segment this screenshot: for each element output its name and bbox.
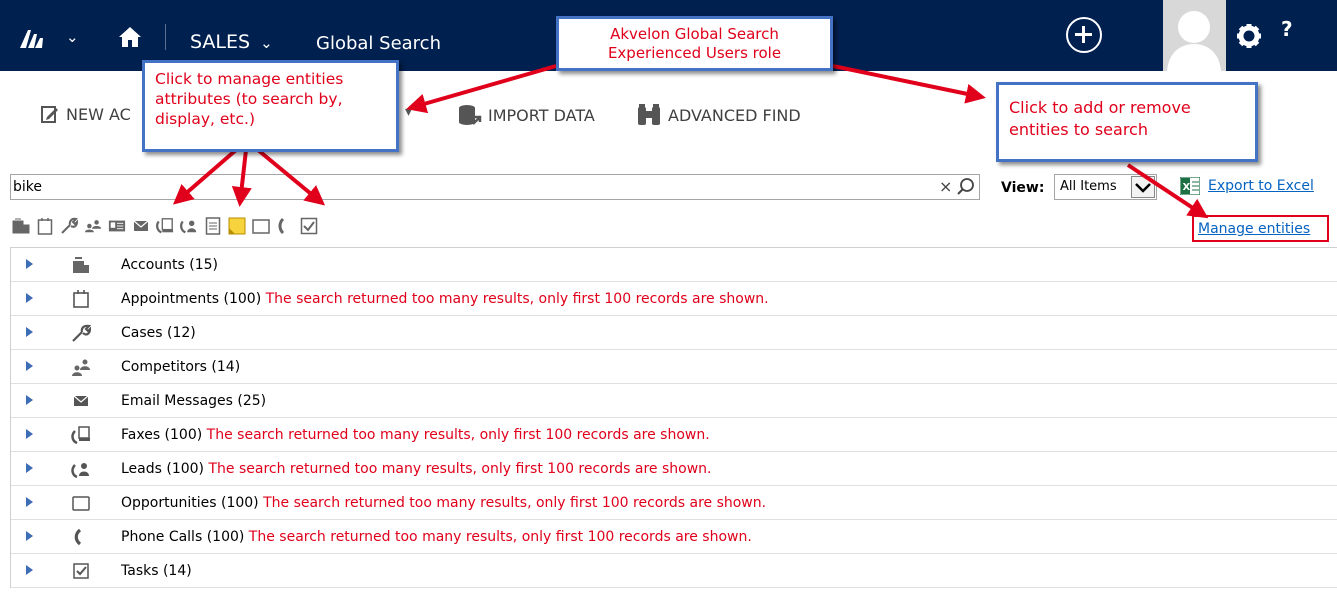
view-label: View:: [1001, 180, 1045, 196]
result-label: Cases (12): [121, 325, 196, 341]
search-icon[interactable]: [956, 177, 976, 197]
manage-entities-highlight: [1192, 215, 1329, 242]
dropdown-arrow-icon[interactable]: ▾: [405, 104, 412, 120]
export-to-excel-link[interactable]: Export to Excel: [1208, 178, 1314, 194]
results-list: Accounts (15) Appointments (100) The sea…: [10, 247, 1337, 588]
account-icon: [73, 257, 89, 273]
note-attributes-icon[interactable]: [204, 217, 222, 235]
expand-arrow-icon[interactable]: [26, 395, 33, 405]
competitor-icon: [72, 359, 90, 376]
home-icon[interactable]: [118, 26, 142, 48]
search-box: ×: [10, 174, 980, 200]
entity-attributes-toolbar: [12, 215, 318, 237]
view-select-value: All Items: [1060, 179, 1117, 194]
result-warning: The search returned too many results, on…: [265, 291, 769, 307]
dynamics-logo-icon[interactable]: [18, 26, 52, 50]
result-label: Phone Calls (100) The search returned to…: [121, 529, 752, 545]
result-row-opportunities[interactable]: Opportunities (100) The search returned …: [11, 486, 1337, 520]
expand-arrow-icon[interactable]: [26, 429, 33, 439]
result-row-cases[interactable]: Cases (12): [11, 316, 1337, 350]
result-warning: The search returned too many results, on…: [206, 427, 710, 443]
new-record-icon: [41, 106, 58, 123]
task-attributes-icon[interactable]: [300, 217, 318, 235]
fax-icon: [71, 426, 90, 445]
role-callout: Akvelon Global Search Experienced Users …: [556, 16, 833, 71]
email-attributes-icon[interactable]: [132, 217, 150, 235]
expand-arrow-icon[interactable]: [26, 361, 33, 371]
import-data-button[interactable]: IMPORT DATA: [458, 104, 595, 126]
expand-arrow-icon[interactable]: [26, 293, 33, 303]
result-label: Email Messages (25): [121, 393, 267, 409]
result-row-competitors[interactable]: Competitors (14): [11, 350, 1337, 384]
result-label: Tasks (14): [121, 563, 192, 579]
opportunity-icon: [72, 496, 90, 511]
module-label: SALES: [190, 31, 251, 53]
view-select[interactable]: All Items: [1054, 174, 1157, 200]
view-dropdown-button[interactable]: [1131, 176, 1155, 198]
result-row-phone-calls[interactable]: Phone Calls (100) The search returned to…: [11, 520, 1337, 554]
result-row-email-messages[interactable]: Email Messages (25): [11, 384, 1337, 418]
sticky-note-attributes-icon[interactable]: [228, 217, 246, 235]
lead-attributes-icon[interactable]: [180, 217, 198, 235]
result-label: Competitors (14): [121, 359, 241, 375]
result-row-accounts[interactable]: Accounts (15): [11, 248, 1337, 282]
expand-arrow-icon[interactable]: [26, 565, 33, 575]
expand-arrow-icon[interactable]: [26, 531, 33, 541]
avatar[interactable]: [1163, 0, 1226, 71]
result-label: Leads (100) The search returned too many…: [121, 461, 712, 477]
create-plus-icon[interactable]: [1066, 17, 1102, 53]
result-warning: The search returned too many results, on…: [263, 495, 767, 511]
user-silhouette-icon: [1167, 11, 1221, 71]
opportunity-attributes-icon[interactable]: [252, 217, 270, 235]
result-warning: The search returned too many results, on…: [248, 529, 752, 545]
result-row-appointments[interactable]: Appointments (100) The search returned t…: [11, 282, 1337, 316]
appointment-icon: [73, 290, 89, 308]
email-icon: [73, 395, 89, 406]
help-icon[interactable]: ?: [1281, 17, 1293, 41]
account-attributes-icon[interactable]: [12, 217, 30, 235]
new-activity-label: NEW AC: [66, 104, 131, 124]
advanced-find-button[interactable]: ADVANCED FIND: [636, 104, 801, 126]
page-title: Global Search: [316, 33, 441, 54]
contact-card-attributes-icon[interactable]: [108, 217, 126, 235]
new-activity-button[interactable]: NEW AC: [40, 104, 131, 124]
import-data-label: IMPORT DATA: [488, 105, 595, 125]
manage-entities-callout: Click to add or remove entities to searc…: [996, 82, 1258, 162]
expand-arrow-icon[interactable]: [26, 497, 33, 507]
result-label: Faxes (100) The search returned too many…: [121, 427, 710, 443]
result-row-leads[interactable]: Leads (100) The search returned too many…: [11, 452, 1337, 486]
phone-attributes-icon[interactable]: [276, 217, 294, 235]
search-input[interactable]: [11, 175, 921, 199]
result-row-tasks[interactable]: Tasks (14): [11, 554, 1337, 588]
competitor-attributes-icon[interactable]: [84, 217, 102, 235]
lead-icon: [71, 463, 89, 479]
result-row-faxes[interactable]: Faxes (100) The search returned too many…: [11, 418, 1337, 452]
result-label: Appointments (100) The search returned t…: [121, 291, 769, 307]
excel-icon[interactable]: X: [1180, 177, 1200, 195]
chevron-down-icon: [1135, 183, 1151, 193]
fax-attributes-icon[interactable]: [156, 217, 174, 235]
logo-chevron-icon[interactable]: ⌄: [66, 28, 79, 46]
expand-arrow-icon[interactable]: [26, 463, 33, 473]
phone-call-icon: [74, 528, 82, 546]
appointment-attributes-icon[interactable]: [36, 217, 54, 235]
nav-separator: [165, 24, 166, 50]
module-menu[interactable]: SALES ⌄: [190, 31, 273, 53]
gear-icon[interactable]: [1235, 22, 1263, 50]
result-label: Opportunities (100) The search returned …: [121, 495, 767, 511]
task-icon: [73, 563, 89, 579]
result-warning: The search returned too many results, on…: [208, 461, 712, 477]
svg-text:X: X: [1183, 182, 1191, 193]
expand-arrow-icon[interactable]: [26, 259, 33, 269]
attributes-callout: Click to manage entities attributes (to …: [142, 60, 399, 152]
advanced-find-label: ADVANCED FIND: [668, 105, 801, 125]
import-data-icon: [459, 105, 482, 125]
clear-search-icon[interactable]: ×: [939, 177, 952, 196]
case-attributes-icon[interactable]: [60, 217, 78, 235]
chevron-down-icon: ⌄: [260, 34, 273, 52]
expand-arrow-icon[interactable]: [26, 327, 33, 337]
binoculars-icon: [638, 104, 660, 125]
case-wrench-icon: [72, 324, 91, 342]
result-label: Accounts (15): [121, 257, 219, 273]
